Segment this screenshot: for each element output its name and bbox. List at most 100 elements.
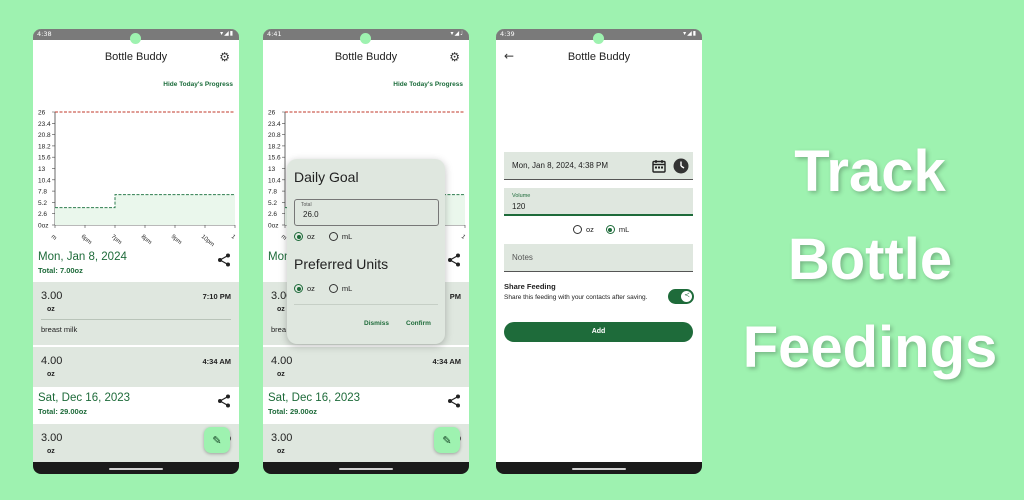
datetime-value: Mon, Jan 8, 2024, 4:38 PM xyxy=(512,161,609,170)
app-title: Bottle Buddy xyxy=(104,51,168,63)
x-tick-label: 1 xyxy=(460,234,467,241)
feeding-entry[interactable]: 4.00 oz 4:34 AM xyxy=(33,347,239,387)
y-tick-label: 18.2 xyxy=(268,143,281,150)
entry-note-partial: brea xyxy=(271,325,287,334)
share-icon[interactable] xyxy=(217,394,231,408)
y-tick-label: 13 xyxy=(268,166,276,173)
share-icon[interactable] xyxy=(447,253,461,267)
status-icons: ▾◢▮ xyxy=(220,30,234,37)
add-button[interactable]: Add xyxy=(504,322,693,342)
radio-ml-label: mL xyxy=(341,284,353,293)
y-tick-label: 13 xyxy=(38,166,46,173)
y-tick-label: 15.6 xyxy=(38,155,51,162)
share-icon: ≺ xyxy=(684,291,690,299)
promo-headline: Track Bottle Feedings xyxy=(720,128,1020,392)
radio-ml[interactable] xyxy=(328,232,338,241)
entry-time-partial: PM xyxy=(449,292,461,301)
volume-field[interactable]: Volume 120 xyxy=(504,188,693,216)
radio-oz-label: oz xyxy=(586,225,594,234)
y-tick-label: 2.6 xyxy=(268,211,277,218)
y-tick-label: 10.4 xyxy=(268,177,281,184)
day-date: Sat, Dec 16, 2023 xyxy=(268,392,361,404)
datetime-field[interactable]: Mon, Jan 8, 2024, 4:38 PM xyxy=(504,152,693,180)
calendar-icon[interactable] xyxy=(652,159,666,173)
y-tick-label: 18.2 xyxy=(38,143,51,150)
y-tick-label: 23.4 xyxy=(268,121,281,128)
radio-oz[interactable] xyxy=(294,232,303,241)
app-bar: Bottle Buddy ⚙ xyxy=(33,40,239,75)
entry-amount: 4.00 xyxy=(271,355,293,367)
x-tick-label: m xyxy=(50,234,58,242)
confirm-button[interactable]: Confirm xyxy=(406,320,431,327)
day-date: Sat, Dec 16, 2023 xyxy=(38,392,131,404)
radio-oz[interactable] xyxy=(294,284,303,293)
share-description: Share this feeding with your contacts af… xyxy=(504,294,648,301)
clock-icon[interactable] xyxy=(673,158,689,174)
goal-total-field[interactable]: Total 26.0 xyxy=(294,199,439,226)
y-tick-label: 0oz xyxy=(268,223,278,230)
y-tick-label: 2.6 xyxy=(38,211,47,218)
screen: 4:39 ▾◢▮ ← Bottle Buddy Mon, Jan 8, 2024… xyxy=(496,29,702,462)
status-time: 4:39 xyxy=(500,30,515,38)
x-tick-label: 1 xyxy=(230,234,237,241)
feeding-entry[interactable]: 3.00 oz 7:10 PM breast milk xyxy=(33,282,239,345)
edit-fab[interactable]: ✎ xyxy=(434,427,460,453)
screen: 4:41 ▾◢♩ Bottle Buddy ⚙ Hide Today's Pro… xyxy=(263,29,469,462)
x-tick-label: 8pm xyxy=(140,234,153,246)
gear-icon[interactable]: ⚙ xyxy=(449,51,460,63)
hide-progress-link[interactable]: Hide Today's Progress xyxy=(393,81,463,88)
headline-line: Track xyxy=(794,139,946,204)
entry-unit: oz xyxy=(47,371,55,378)
y-tick-label: 26 xyxy=(38,110,46,117)
day-total: Total: 29.00oz xyxy=(38,407,88,416)
entry-amount: 3.00 xyxy=(41,432,63,444)
radio-ml[interactable] xyxy=(605,225,615,234)
hide-progress-link[interactable]: Hide Today's Progress xyxy=(163,81,233,88)
app-bar: Bottle Buddy ⚙ xyxy=(263,40,469,75)
headline-line: Bottle xyxy=(787,227,953,292)
screen: 4:38 ▾◢▮ Bottle Buddy ⚙ Hide Today's Pro… xyxy=(33,29,239,462)
chart-svg: 26 23.4 20.8 18.2 15.6 13 10.4 7.8 5.2 2.6 0ozm 6pm… xyxy=(38,110,237,249)
share-icon[interactable] xyxy=(217,253,231,267)
radio-ml-label: mL xyxy=(618,225,630,234)
camera-dot xyxy=(360,33,371,44)
y-tick-label: 26 xyxy=(268,110,276,117)
radio-oz-label: oz xyxy=(307,284,315,293)
notes-field[interactable]: Notes xyxy=(504,244,693,272)
status-icons: ▾◢▮ xyxy=(683,30,697,37)
app-bar: ← Bottle Buddy xyxy=(496,40,702,75)
share-title: Share Feeding xyxy=(504,282,556,291)
notes-placeholder: Notes xyxy=(512,253,533,262)
day-date: Mon, Jan 8, 2024 xyxy=(38,251,127,263)
daily-goal-dialog: Daily Goal Total 26.0 oz mL Preferred Un… xyxy=(287,159,445,344)
y-tick-label: 7.8 xyxy=(38,189,47,196)
dialog-title: Daily Goal xyxy=(294,169,359,185)
goal-unit-options: oz mL xyxy=(294,232,352,241)
phone-goal-dialog: 4:41 ▾◢♩ Bottle Buddy ⚙ Hide Today's Pro… xyxy=(263,29,469,474)
y-tick-label: 20.8 xyxy=(268,132,281,139)
y-tick-label: 20.8 xyxy=(38,132,51,139)
entry-amount: 3.00 xyxy=(271,432,293,444)
entry-note: breast milk xyxy=(41,325,78,334)
feeding-entry[interactable]: 4.00 oz 4:34 AM xyxy=(263,347,469,387)
phone-feed-list: 4:38 ▾◢▮ Bottle Buddy ⚙ Hide Today's Pro… xyxy=(33,29,239,474)
radio-oz[interactable] xyxy=(573,225,582,234)
edit-fab[interactable]: ✎ xyxy=(204,427,230,453)
units-title: Preferred Units xyxy=(294,256,389,272)
volume-label: Volume xyxy=(512,193,531,199)
share-toggle[interactable]: ≺ xyxy=(668,289,694,304)
entry-unit: oz xyxy=(47,448,55,455)
home-indicator xyxy=(109,468,163,470)
field-value: 26.0 xyxy=(303,210,319,219)
volume-unit-options: oz mL xyxy=(573,225,629,234)
day-total: Total: 29.00oz xyxy=(268,407,318,416)
camera-dot xyxy=(593,33,604,44)
y-tick-label: 23.4 xyxy=(38,121,51,128)
progress-area xyxy=(55,194,235,225)
status-icons: ▾◢♩ xyxy=(450,30,464,37)
phone-add-feeding: 4:39 ▾◢▮ ← Bottle Buddy Mon, Jan 8, 2024… xyxy=(496,29,702,474)
radio-ml[interactable] xyxy=(328,284,338,293)
gear-icon[interactable]: ⚙ xyxy=(219,51,230,63)
dismiss-button[interactable]: Dismiss xyxy=(364,320,389,327)
share-icon[interactable] xyxy=(447,394,461,408)
